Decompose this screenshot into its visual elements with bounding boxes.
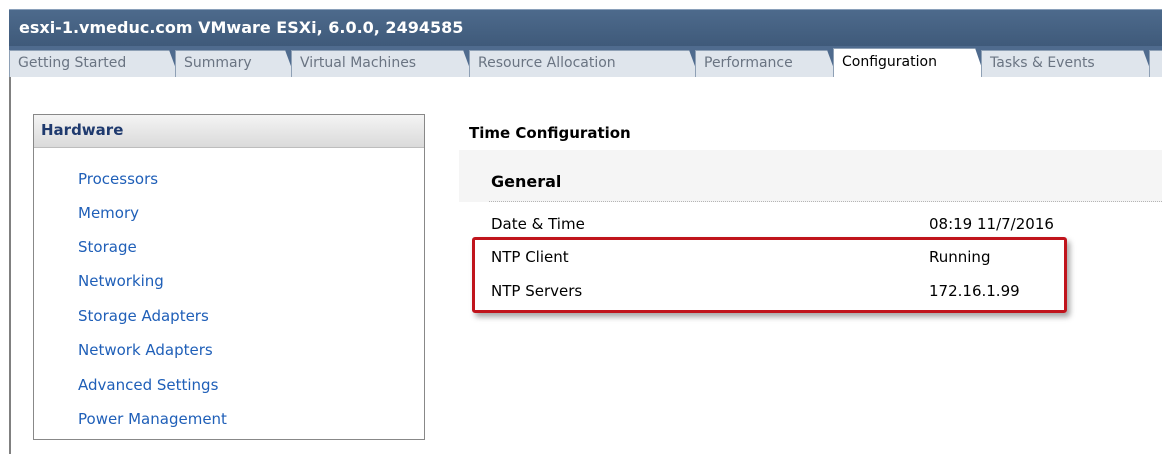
general-divider — [489, 201, 1162, 202]
hardware-link-networking[interactable]: Networking — [78, 272, 164, 290]
host-title-bar: esxi-1.vmeduc.com VMware ESXi, 6.0.0, 24… — [9, 9, 1162, 46]
date-time-value: 08:19 11/7/2016 — [929, 215, 1054, 233]
date-time-label: Date & Time — [491, 215, 585, 233]
hardware-link-processors[interactable]: Processors — [78, 170, 158, 188]
tab-bar: Getting Started Summary Virtual Machines… — [9, 46, 1162, 77]
ntp-highlight-box — [472, 237, 1067, 313]
hardware-link-storage-adapters[interactable]: Storage Adapters — [78, 307, 209, 325]
content-left-border — [9, 77, 11, 454]
tab-getting-started[interactable]: Getting Started — [9, 50, 179, 77]
tab-configuration[interactable]: Configuration — [833, 48, 985, 77]
tab-summary[interactable]: Summary — [175, 50, 295, 77]
tab-resource-allocation[interactable]: Resource Allocation — [469, 50, 699, 77]
general-section-heading: General — [491, 172, 562, 191]
vsphere-client-window: esxi-1.vmeduc.com VMware ESXi, 6.0.0, 24… — [0, 0, 1162, 454]
host-title: esxi-1.vmeduc.com VMware ESXi, 6.0.0, 24… — [19, 18, 464, 37]
hardware-header-label: Hardware — [41, 121, 124, 139]
hardware-link-network-adapters[interactable]: Network Adapters — [78, 341, 213, 359]
tab-tasks-events[interactable]: Tasks & Events — [981, 50, 1153, 77]
hardware-link-storage[interactable]: Storage — [78, 238, 137, 256]
time-configuration-title: Time Configuration — [469, 124, 631, 142]
tab-overflow[interactable] — [1149, 50, 1162, 77]
hardware-link-power-management[interactable]: Power Management — [78, 410, 227, 428]
hardware-link-advanced-settings[interactable]: Advanced Settings — [78, 376, 218, 394]
tab-virtual-machines[interactable]: Virtual Machines — [291, 50, 473, 77]
hardware-link-memory[interactable]: Memory — [78, 204, 139, 222]
general-section-band — [459, 150, 1162, 202]
hardware-panel-header: Hardware — [34, 115, 424, 148]
tab-performance[interactable]: Performance — [695, 50, 837, 77]
